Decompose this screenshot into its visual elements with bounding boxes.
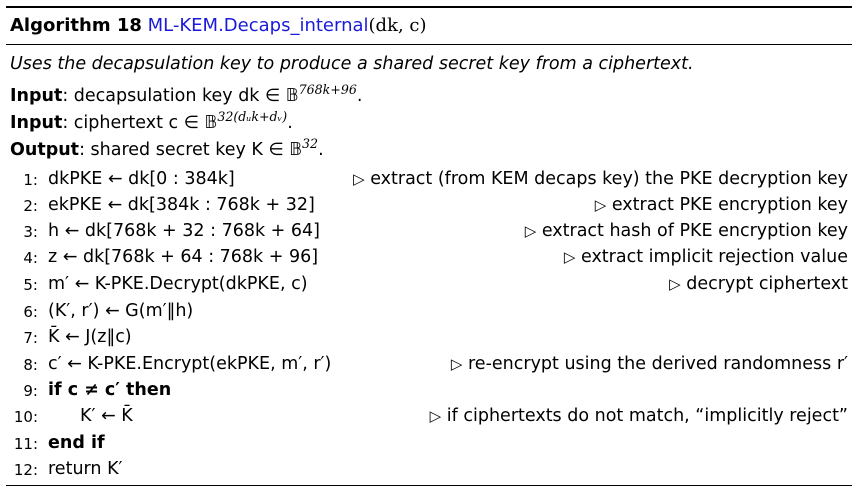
- line-code: dkPKE ← dk[0 : 384k]: [48, 169, 235, 189]
- input-line-1: Input: decapsulation key dk ∈ 𝔹768k+96.: [10, 83, 363, 106]
- line-number: 2:: [23, 197, 38, 215]
- algorithm-label: Algorithm 18: [10, 15, 142, 36]
- io-sup: 32(dᵤk+dᵥ): [217, 109, 288, 125]
- line-code: ekPKE ← dk[384k : 768k + 32]: [48, 195, 315, 215]
- io-text: : decapsulation key dk ∈ 𝔹: [62, 86, 299, 106]
- line-number: 12:: [13, 461, 38, 479]
- io-label: Input: [10, 86, 63, 106]
- line-number: 6:: [23, 303, 38, 321]
- comment-triangle-icon: ▷: [594, 196, 607, 214]
- io-tail: .: [318, 140, 324, 160]
- input-line-2: Input: ciphertext c ∈ 𝔹32(dᵤk+dᵥ).: [10, 110, 293, 133]
- io-text: : shared secret key K ∈ 𝔹: [79, 140, 303, 160]
- line-number: 1:: [23, 171, 38, 189]
- line-code: if c ≠ c′ then: [48, 380, 172, 400]
- comment-triangle-icon: ▷: [353, 170, 365, 188]
- algo-line-4: 4: z ← dk[768k + 64 : 768k + 96] ▷ extra…: [6, 247, 852, 273]
- line-number: 9:: [23, 382, 38, 400]
- algo-line-9: 9: if c ≠ c′ then: [6, 380, 852, 406]
- algo-line-7: 7: K̄ ← J(z‖c): [6, 327, 852, 353]
- line-code: (K′, r′) ← G(m′‖h): [48, 301, 194, 321]
- algo-line-5: 5: m′ ← K-PKE.Decrypt(dkPKE, c) ▷ decryp…: [6, 274, 852, 300]
- comment-triangle-icon: ▷: [450, 355, 463, 373]
- algo-line-1: 1: dkPKE ← dk[0 : 384k] ▷ extract (from …: [6, 169, 852, 195]
- line-code: m′ ← K-PKE.Decrypt(dkPKE, c): [48, 274, 308, 294]
- io-tail: .: [287, 113, 293, 133]
- top-rule: [6, 6, 852, 8]
- line-comment: ▷ extract PKE encryption key: [595, 195, 848, 215]
- line-number: 5:: [23, 276, 38, 294]
- line-comment: ▷ extract (from KEM decaps key) the PKE …: [353, 169, 848, 189]
- line-comment: ▷ if ciphertexts do not match, “implicit…: [430, 406, 848, 426]
- line-number: 7:: [23, 329, 38, 347]
- output-line: Output: shared secret key K ∈ 𝔹32.: [10, 137, 324, 160]
- line-code: K̄ ← J(z‖c): [48, 327, 132, 347]
- algorithm-box: Algorithm 18 ML-KEM.Decaps_internal(dk, …: [6, 6, 852, 487]
- io-tail: .: [356, 86, 363, 106]
- line-number: 4:: [23, 249, 38, 267]
- algo-line-12: 12: return K′: [6, 459, 852, 485]
- comment-triangle-icon: ▷: [524, 222, 537, 240]
- line-comment: ▷ re-encrypt using the derived randomnes…: [451, 354, 848, 374]
- algo-line-6: 6: (K′, r′) ← G(m′‖h): [6, 301, 852, 327]
- comment-text: decrypt ciphertext: [686, 274, 848, 294]
- line-number: 3:: [23, 223, 38, 241]
- line-comment: ▷ extract implicit rejection value: [564, 247, 848, 267]
- line-code: end if: [48, 433, 105, 453]
- algorithm-args: (dk, c): [368, 15, 427, 36]
- algo-line-10: 10: K′ ← K̄ ▷ if ciphertexts do not matc…: [6, 406, 852, 432]
- line-code: z ← dk[768k + 64 : 768k + 96]: [48, 247, 319, 267]
- comment-text: extract (from KEM decaps key) the PKE de…: [370, 169, 848, 189]
- comment-triangle-icon: ▷: [669, 275, 681, 293]
- io-sup: 768k+96: [298, 82, 357, 98]
- comment-text: if ciphertexts do not match, “implicitly…: [446, 406, 848, 426]
- algo-line-11: 11: end if: [6, 433, 852, 459]
- algorithm-name: ML-KEM.Decaps_internal: [147, 15, 369, 36]
- algorithm-title: Algorithm 18 ML-KEM.Decaps_internal(dk, …: [10, 15, 427, 36]
- comment-text: re-encrypt using the derived randomness …: [468, 354, 848, 374]
- io-label: Input: [10, 113, 63, 133]
- line-comment: ▷ decrypt ciphertext: [669, 274, 848, 294]
- comment-triangle-icon: ▷: [429, 407, 442, 425]
- line-code: h ← dk[768k + 32 : 768k + 64]: [48, 221, 320, 241]
- line-code: K′ ← K̄: [80, 406, 133, 426]
- io-sup: 32: [302, 136, 319, 152]
- line-comment: ▷ extract hash of PKE encryption key: [525, 221, 848, 241]
- algo-line-8: 8: c′ ← K-PKE.Encrypt(ekPKE, m′, r′) ▷ r…: [6, 354, 852, 380]
- comment-text: extract PKE encryption key: [611, 195, 848, 215]
- io-text: : ciphertext c ∈ 𝔹: [62, 113, 218, 133]
- comment-text: extract implicit rejection value: [580, 247, 848, 267]
- io-label: Output: [10, 140, 80, 160]
- line-code: return K′: [48, 459, 123, 479]
- algo-line-2: 2: ekPKE ← dk[384k : 768k + 32] ▷ extrac…: [6, 195, 852, 221]
- algo-line-3: 3: h ← dk[768k + 32 : 768k + 64] ▷ extra…: [6, 221, 852, 247]
- title-rule: [6, 44, 852, 45]
- comment-text: extract hash of PKE encryption key: [541, 221, 848, 241]
- line-number: 8:: [23, 356, 38, 374]
- bottom-rule: [6, 485, 852, 486]
- line-number: 10:: [13, 408, 38, 426]
- algorithm-description: Uses the decapsulation key to produce a …: [10, 54, 694, 74]
- comment-triangle-icon: ▷: [563, 248, 576, 266]
- line-code: c′ ← K-PKE.Encrypt(ekPKE, m′, r′): [48, 354, 332, 374]
- line-number: 11:: [13, 435, 38, 453]
